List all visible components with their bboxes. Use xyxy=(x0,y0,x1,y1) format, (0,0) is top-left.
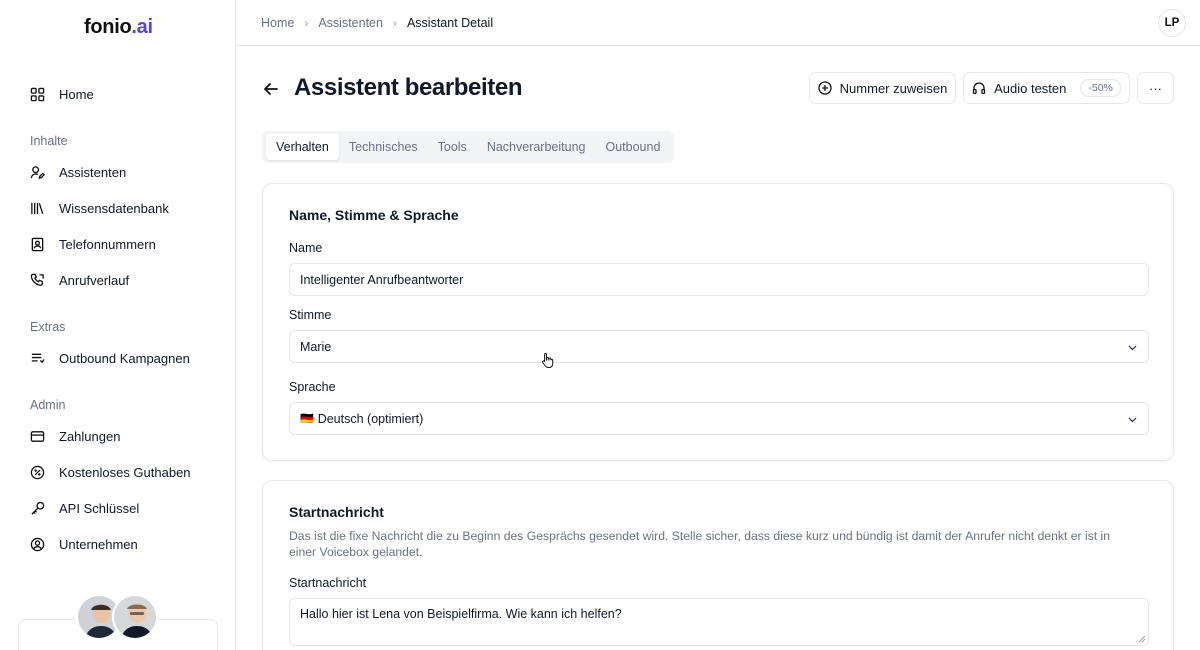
sidebar-item-outbound-kampagnen[interactable]: Outbound Kampagnen xyxy=(18,343,218,373)
sidebar-item-label: Zahlungen xyxy=(59,428,121,444)
sidebar-item-zahlungen[interactable]: Zahlungen xyxy=(18,421,218,451)
headphones-icon xyxy=(972,82,986,95)
hand-cursor-icon xyxy=(542,352,554,368)
breadcrumb-current: Assistant Detail xyxy=(406,15,494,30)
more-options-button[interactable]: ··· xyxy=(1137,72,1174,104)
name-input[interactable]: Intelligenter Anrufbeantworter xyxy=(289,263,1149,296)
badge-percent-icon xyxy=(30,465,45,479)
test-audio-label: Audio testen xyxy=(994,80,1067,96)
library-icon xyxy=(31,202,44,214)
sidebar-item-anrufverlauf[interactable]: Anrufverlauf xyxy=(18,265,218,295)
breadcrumb-home[interactable]: Home xyxy=(261,16,294,30)
sidebar-item-telefonnummern[interactable]: Telefonnummern xyxy=(18,229,218,259)
assign-number-label: Nummer zuweisen xyxy=(839,80,948,96)
sidebar-item-api-schluessel[interactable]: API Schlüssel xyxy=(18,493,218,523)
brand-logo[interactable]: fonio.ai xyxy=(84,16,153,39)
sidebar: fonio.ai Home Inhalte Assistenten Wissen… xyxy=(0,0,236,650)
arrow-left-icon[interactable] xyxy=(262,80,280,98)
test-audio-button[interactable]: Audio testen -50% xyxy=(963,72,1130,104)
key-icon xyxy=(31,501,45,515)
grid-icon xyxy=(30,87,45,101)
list-icon xyxy=(31,353,45,363)
plus-circle-icon xyxy=(818,81,832,95)
start-message-card: Startnachricht Das ist die fixe Nachrich… xyxy=(262,480,1174,650)
start-message-label: Startnachricht xyxy=(289,576,367,590)
sidebar-item-unternehmen[interactable]: Unternehmen xyxy=(18,529,218,559)
language-value: Deutsch (optimiert) xyxy=(317,411,424,426)
flag-de-icon: 🇩🇪 xyxy=(300,413,314,425)
name-value: Intelligenter Anrufbeantworter xyxy=(300,272,464,287)
user-edit-icon xyxy=(30,165,45,179)
more-icon: ··· xyxy=(1149,80,1162,96)
page-title: Assistent bearbeiten xyxy=(294,74,523,101)
sidebar-item-label: Outbound Kampagnen xyxy=(59,350,190,366)
sidebar-item-home[interactable]: Home xyxy=(18,79,218,109)
contact-book-icon xyxy=(31,237,44,251)
chevron-right-icon: › xyxy=(304,15,309,30)
chevron-right-icon: › xyxy=(392,15,397,30)
voice-select[interactable]: Marie xyxy=(289,330,1149,363)
tab-bar: Verhalten Technisches Tools Nachverarbei… xyxy=(262,131,675,163)
sidebar-item-kostenloses-guthaben[interactable]: Kostenloses Guthaben xyxy=(18,457,218,487)
assign-number-button[interactable]: Nummer zuweisen xyxy=(809,72,956,104)
chevron-down-icon xyxy=(1128,345,1137,351)
language-label: Sprache xyxy=(289,380,336,394)
resize-handle-icon[interactable] xyxy=(1138,635,1146,643)
support-avatars xyxy=(76,594,166,644)
avatar xyxy=(112,594,158,640)
sidebar-item-label: Home xyxy=(59,86,94,102)
tab-tools[interactable]: Tools xyxy=(428,134,477,160)
tab-outbound[interactable]: Outbound xyxy=(595,134,670,160)
section-label-inhalte: Inhalte xyxy=(30,134,68,148)
tab-verhalten[interactable]: Verhalten xyxy=(266,134,339,160)
topbar: Home › Assistenten › Assistant Detail LP xyxy=(236,0,1200,46)
sidebar-item-label: Anrufverlauf xyxy=(59,272,130,288)
start-message-value: Hallo hier ist Lena von Beispielfirma. W… xyxy=(300,607,622,621)
tab-nachverarbeitung[interactable]: Nachverarbeitung xyxy=(477,134,596,160)
card-title: Name, Stimme & Sprache xyxy=(289,207,459,223)
discount-badge: -50% xyxy=(1080,79,1121,97)
user-avatar[interactable]: LP xyxy=(1158,9,1186,37)
sidebar-item-label: API Schlüssel xyxy=(59,500,140,516)
phone-history-icon xyxy=(30,273,44,286)
sidebar-item-label: Assistenten xyxy=(59,164,127,180)
sidebar-item-assistenten[interactable]: Assistenten xyxy=(18,157,218,187)
section-label-admin: Admin xyxy=(30,398,66,412)
sidebar-item-label: Kostenloses Guthaben xyxy=(59,464,191,480)
breadcrumb-assistenten[interactable]: Assistenten xyxy=(318,16,383,30)
card-description: Das ist die fixe Nachricht die zu Beginn… xyxy=(289,529,1111,559)
breadcrumb: Home › Assistenten › Assistant Detail xyxy=(261,16,493,30)
card-title: Startnachricht xyxy=(289,504,384,520)
voice-label: Stimme xyxy=(289,308,332,322)
sidebar-item-label: Wissensdatenbank xyxy=(59,200,169,216)
start-message-textarea[interactable]: Hallo hier ist Lena von Beispielfirma. W… xyxy=(289,598,1149,646)
name-label: Name xyxy=(289,241,323,255)
chevron-down-icon xyxy=(1128,417,1137,423)
name-voice-language-card: Name, Stimme & Sprache Name Intelligente… xyxy=(262,183,1174,461)
user-circle-icon xyxy=(30,537,45,551)
section-label-extras: Extras xyxy=(30,320,66,334)
language-select[interactable]: 🇩🇪 Deutsch (optimiert) xyxy=(289,402,1149,435)
sidebar-item-label: Telefonnummern xyxy=(59,236,156,252)
tab-technisches[interactable]: Technisches xyxy=(339,134,428,160)
credit-card-icon xyxy=(30,430,45,442)
sidebar-item-wissensdatenbank[interactable]: Wissensdatenbank xyxy=(18,193,218,223)
sidebar-item-label: Unternehmen xyxy=(59,536,138,552)
voice-value: Marie xyxy=(300,339,332,354)
